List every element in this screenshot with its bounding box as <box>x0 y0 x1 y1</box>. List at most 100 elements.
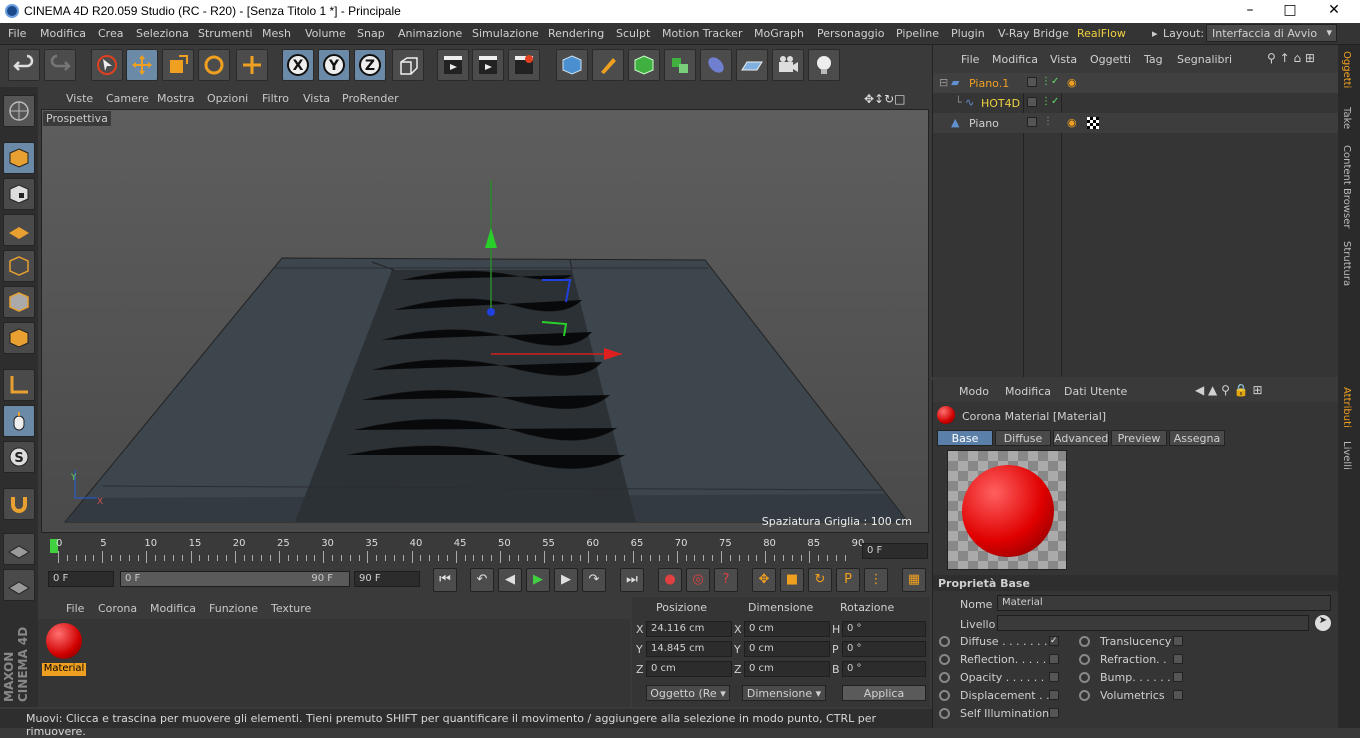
object-row-hot4d[interactable]: └ ∿ HOT4D ⋮✓ <box>933 93 1339 113</box>
axis-mode-button[interactable] <box>3 369 35 401</box>
material-tag-icon[interactable] <box>1087 117 1099 129</box>
menu-motion-tracker[interactable]: Motion Tracker <box>662 27 742 40</box>
opacity-radio[interactable] <box>939 672 950 683</box>
tweak-mode-button[interactable] <box>3 405 35 437</box>
menu-file[interactable]: File <box>8 27 26 40</box>
start-frame-field[interactable]: 0 F <box>48 571 114 587</box>
z-axis-lock-button[interactable]: Z <box>354 49 386 81</box>
displacement-checkbox[interactable] <box>1049 690 1059 700</box>
apply-button[interactable]: Applica <box>842 685 926 701</box>
render-settings-button[interactable] <box>508 49 540 81</box>
reflection-radio[interactable] <box>939 654 950 665</box>
volumetrics-checkbox[interactable] <box>1173 690 1183 700</box>
layer-box[interactable] <box>1027 77 1037 87</box>
timeline-ruler[interactable]: 0 5 10 15 20 25 30 35 40 45 50 55 60 65 70 75 80 85 90 0 F <box>38 535 930 567</box>
layer-box[interactable] <box>1027 117 1037 127</box>
menu-personaggio[interactable]: Personaggio <box>817 27 884 40</box>
diffuse-checkbox[interactable]: ✓ <box>1049 636 1059 646</box>
obj-menu-modifica[interactable]: Modifica <box>992 53 1038 66</box>
menu-mesh[interactable]: Mesh <box>262 27 291 40</box>
material-thumbnail[interactable]: Material <box>42 621 86 677</box>
vp-menu-camere[interactable]: Camere <box>106 92 149 105</box>
tab-advanced[interactable]: Advanced <box>1053 430 1109 446</box>
level-field[interactable] <box>997 615 1309 631</box>
rot-p-field[interactable]: 0 ° <box>842 641 926 657</box>
mat-menu-texture[interactable]: Texture <box>271 602 311 615</box>
previous-key-button[interactable]: ↶ <box>470 568 494 592</box>
mat-menu-funzione[interactable]: Funzione <box>209 602 258 615</box>
enabled-check-icon[interactable]: ⋮✓ <box>1041 96 1059 107</box>
opacity-checkbox[interactable] <box>1049 672 1059 682</box>
object-row-piano[interactable]: ▲ Piano ⋮ ◉ <box>933 113 1339 133</box>
self-illumination-radio[interactable] <box>939 708 950 719</box>
layer-box[interactable] <box>1027 97 1037 107</box>
pos-x-field[interactable]: 24.116 cm <box>646 621 732 637</box>
render-picture-viewer-button[interactable] <box>472 49 504 81</box>
attr-menu-modifica[interactable]: Modifica <box>1005 385 1051 398</box>
menu-animazione[interactable]: Animazione <box>398 27 462 40</box>
play-button[interactable]: ▶ <box>526 568 550 592</box>
visibility-dots-icon[interactable]: ⋮ <box>1043 116 1053 127</box>
keyframe-selection-button[interactable]: ? <box>714 568 738 592</box>
obj-menu-segnalibri[interactable]: Segnalibri <box>1177 53 1232 66</box>
rot-b-field[interactable]: 0 ° <box>842 661 926 677</box>
object-name[interactable]: Piano.1 <box>969 77 1009 90</box>
timeline-window-button[interactable]: ▦ <box>902 568 926 592</box>
refraction-checkbox[interactable] <box>1173 654 1183 664</box>
name-field[interactable]: Material <box>997 595 1331 611</box>
autokey-button[interactable]: ◎ <box>686 568 710 592</box>
tab-base[interactable]: Base <box>937 430 993 446</box>
menu-strumenti[interactable]: Strumenti <box>198 27 253 40</box>
texture-mode-button[interactable] <box>3 178 35 210</box>
layout-select[interactable]: Interfaccia di Avvio ▾ <box>1206 24 1337 42</box>
key-rotation-button[interactable]: ↻ <box>808 568 832 592</box>
rotate-tool-button[interactable] <box>198 49 230 81</box>
tab-livelli[interactable]: Livelli <box>1341 441 1352 470</box>
material-preview[interactable] <box>947 450 1067 570</box>
menu-plugin[interactable]: Plugin <box>951 27 985 40</box>
maximize-button[interactable]: □ <box>1278 2 1302 20</box>
bump-radio[interactable] <box>1079 672 1090 683</box>
rot-h-field[interactable]: 0 ° <box>842 621 926 637</box>
bump-checkbox[interactable] <box>1173 672 1183 682</box>
pen-tool-button[interactable] <box>592 49 624 81</box>
phong-tag-icon[interactable]: ◉ <box>1067 116 1077 129</box>
subdivision-button[interactable] <box>628 49 660 81</box>
tab-oggetti[interactable]: Oggetti <box>1341 51 1352 88</box>
camera-button[interactable] <box>772 49 804 81</box>
render-view-button[interactable] <box>437 49 469 81</box>
menu-volume[interactable]: Volume <box>305 27 346 40</box>
dim-x-field[interactable]: 0 cm <box>744 621 830 637</box>
vp-menu-filtro[interactable]: Filtro <box>262 92 289 105</box>
menu-pipeline[interactable]: Pipeline <box>896 27 939 40</box>
attr-menu-modo[interactable]: Modo <box>959 385 989 398</box>
menu-sculpt[interactable]: Sculpt <box>616 27 650 40</box>
move-tool-button[interactable] <box>126 49 158 81</box>
menu-rendering[interactable]: Rendering <box>548 27 604 40</box>
key-position-button[interactable]: ✥ <box>752 568 776 592</box>
object-name[interactable]: HOT4D <box>981 97 1020 110</box>
dim-y-field[interactable]: 0 cm <box>744 641 830 657</box>
deformer-button[interactable] <box>700 49 732 81</box>
nav-arrows-icon[interactable]: ◀ ▲ ⚲ 🔒 ⊞ <box>1195 383 1263 397</box>
menu-vray-bridge[interactable]: V-Ray Bridge <box>998 27 1069 40</box>
self-illumination-checkbox[interactable] <box>1049 708 1059 718</box>
obj-menu-tag[interactable]: Tag <box>1144 53 1163 66</box>
pos-y-field[interactable]: 14.845 cm <box>646 641 732 657</box>
mat-menu-file[interactable]: File <box>66 602 84 615</box>
search-icon[interactable]: ⚲ ↑ ⌂ ⊞ <box>1267 51 1315 65</box>
tab-struttura[interactable]: Struttura <box>1341 241 1352 286</box>
menu-crea[interactable]: Crea <box>98 27 123 40</box>
phong-tag-icon[interactable]: ◉ <box>1067 76 1077 89</box>
obj-menu-oggetti[interactable]: Oggetti <box>1090 53 1131 66</box>
vp-menu-prorender[interactable]: ProRender <box>342 92 399 105</box>
tab-content-browser[interactable]: Content Browser <box>1341 145 1352 228</box>
enabled-check-icon[interactable]: ⋮✓ <box>1041 76 1059 87</box>
undo-button[interactable] <box>8 49 40 81</box>
menu-mograph[interactable]: MoGraph <box>754 27 804 40</box>
grid-snap-2-button[interactable] <box>3 569 35 601</box>
reflection-checkbox[interactable] <box>1049 654 1059 664</box>
key-pla-button[interactable]: ⋮ <box>864 568 888 592</box>
go-to-end-button[interactable]: ⏭ <box>620 568 644 592</box>
object-row-piano1[interactable]: ⊟ ▰ Piano.1 ⋮✓ ◉ <box>933 73 1339 93</box>
